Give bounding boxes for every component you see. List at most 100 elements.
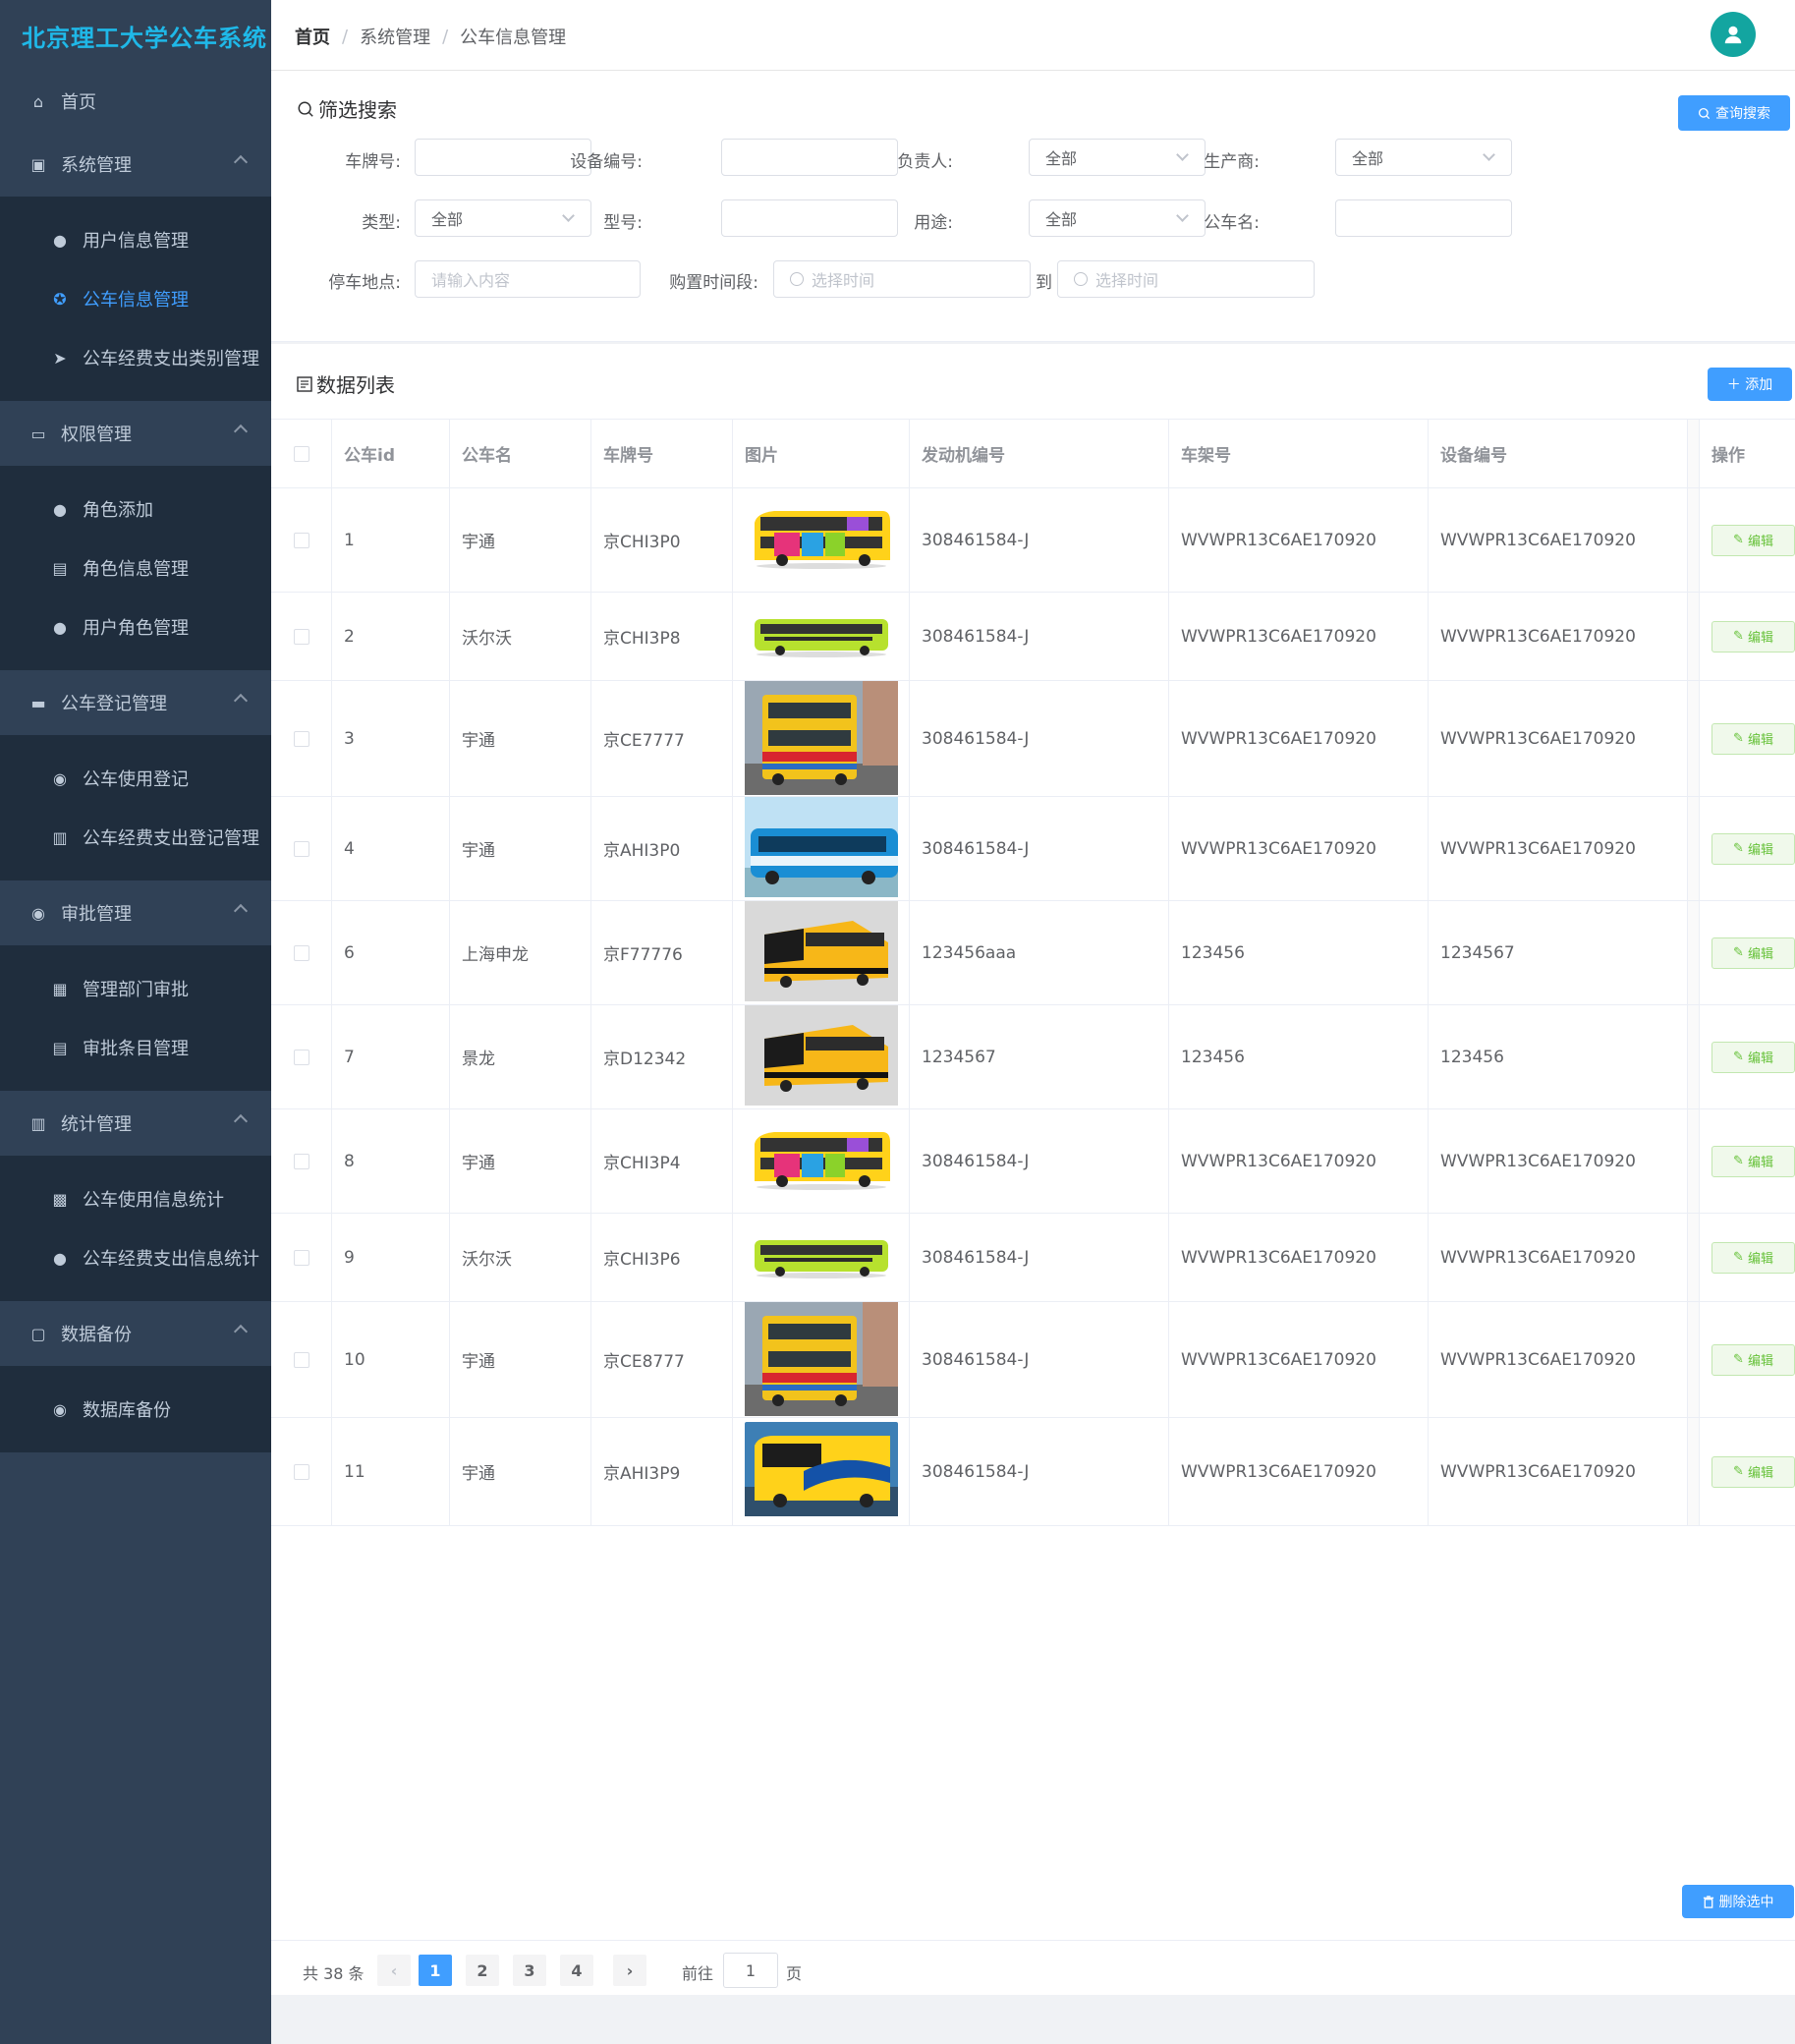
sidebar-group-title[interactable]: ▬ 公车登记管理	[0, 670, 271, 735]
cell-id: 3	[332, 681, 450, 796]
sidebar-item[interactable]: ● 用户角色管理	[0, 597, 271, 656]
monitor-icon: ▬	[30, 693, 46, 712]
sidebar-group-title[interactable]: ◉ 审批管理	[0, 880, 271, 945]
sidebar-item[interactable]: ▦ 管理部门审批	[0, 959, 271, 1018]
delete-selected-button[interactable]: 删除选中	[1682, 1885, 1794, 1918]
row-checkbox[interactable]	[293, 840, 309, 857]
avatar[interactable]	[1711, 12, 1756, 57]
filter-title-text: 筛选搜索	[318, 98, 397, 122]
sidebar-group-label: 统计管理	[61, 1114, 132, 1135]
edit-button[interactable]: ✎ 编辑	[1711, 1241, 1795, 1274]
maker-select[interactable]: 全部	[1335, 139, 1512, 176]
add-button[interactable]: ＋ 添加	[1708, 368, 1792, 401]
sidebar-item[interactable]: ▤ 审批条目管理	[0, 1018, 271, 1077]
sidebar-item-label: 公车使用登记	[83, 769, 189, 790]
row-checkbox[interactable]	[293, 628, 309, 645]
search-button-label: 查询搜索	[1715, 106, 1770, 122]
parking-input[interactable]: 请输入内容	[415, 260, 641, 298]
row-select-cell	[271, 1302, 332, 1417]
sidebar-submenu: ● 角色添加 ▤ 角色信息管理 ● 用户角色管理	[0, 466, 271, 670]
pin-icon: ◉	[31, 903, 45, 923]
edit-button[interactable]: ✎ 编辑	[1711, 1455, 1795, 1488]
sidebar-item[interactable]: ▩ 公车使用信息统计	[0, 1169, 271, 1228]
next-page-button[interactable]: ›	[613, 1955, 646, 1986]
owner-select-value: 全部	[1045, 149, 1078, 168]
sidebar-item[interactable]: ▤ 角色信息管理	[0, 539, 271, 597]
edit-button[interactable]: ✎ 编辑	[1711, 620, 1795, 653]
sidebar-item[interactable]: ✪ 公车信息管理	[0, 269, 271, 328]
search-button[interactable]: 查询搜索	[1678, 95, 1790, 131]
list-title-text: 数据列表	[316, 373, 395, 397]
goto-page-input[interactable]: 1	[723, 1953, 778, 1988]
sidebar-item-label: 管理部门审批	[83, 980, 189, 1000]
row-checkbox[interactable]	[293, 532, 309, 548]
edit-button[interactable]: ✎ 编辑	[1711, 937, 1795, 969]
page-button[interactable]: 1	[419, 1955, 452, 1986]
row-checkbox[interactable]	[293, 1153, 309, 1169]
page-button[interactable]: 3	[513, 1955, 546, 1986]
page-button[interactable]: 4	[560, 1955, 593, 1986]
sidebar-group-title[interactable]: ▭ 权限管理	[0, 401, 271, 466]
row-checkbox[interactable]	[293, 730, 309, 747]
edit-icon: ✎	[1733, 1464, 1744, 1479]
cell-device: WVWPR13C6AE170920	[1429, 488, 1688, 592]
model-label: 型号:	[603, 213, 643, 233]
edit-button[interactable]: ✎ 编辑	[1711, 524, 1795, 556]
edit-button[interactable]: ✎ 编辑	[1711, 722, 1795, 755]
sidebar-item[interactable]: ➤ 公车经费支出类别管理	[0, 328, 271, 387]
sidebar-item[interactable]: ◉ 数据库备份	[0, 1380, 271, 1439]
row-checkbox[interactable]	[293, 1463, 309, 1480]
bus-image	[744, 797, 898, 900]
cell-plate: 京CHI3P0	[591, 488, 733, 592]
edit-button[interactable]: ✎ 编辑	[1711, 1343, 1795, 1376]
edit-button[interactable]: ✎ 编辑	[1711, 832, 1795, 865]
prev-page-button[interactable]: ‹	[377, 1955, 411, 1986]
sidebar-group-title[interactable]: ▢ 数据备份	[0, 1301, 271, 1366]
page-button[interactable]: 2	[466, 1955, 499, 1986]
sidebar-group-label: 权限管理	[61, 425, 132, 445]
purchase-end-date[interactable]: 选择时间	[1057, 260, 1315, 298]
sidebar-group-title[interactable]: ▥ 统计管理	[0, 1091, 271, 1156]
sidebar-item[interactable]: ● 角色添加	[0, 480, 271, 539]
edit-label: 编辑	[1747, 1252, 1773, 1267]
breadcrumb-home[interactable]: 首页	[295, 24, 330, 49]
select-all-checkbox[interactable]	[293, 445, 309, 462]
cell-plate: 京AHI3P9	[591, 1418, 733, 1525]
edit-icon: ✎	[1733, 731, 1744, 746]
cell-engine: 308461584-J	[910, 1418, 1169, 1525]
cell-frame: WVWPR13C6AE170920	[1169, 1418, 1429, 1525]
cell-image	[733, 488, 910, 592]
cell-actions: ✎ 编辑	[1700, 593, 1795, 680]
sidebar-item[interactable]: ▥ 公车经费支出登记管理	[0, 808, 271, 867]
bus-image	[744, 1302, 898, 1417]
table-row: 11 宇通 京AHI3P9 308461584-J WVWPR13C6AE170920…	[271, 1418, 1795, 1526]
edit-icon: ✎	[1733, 1050, 1744, 1064]
edit-button[interactable]: ✎ 编辑	[1711, 1041, 1795, 1073]
sidebar-group-label: 公车登记管理	[61, 694, 167, 714]
sidebar-group-title[interactable]: ▣ 系统管理	[0, 132, 271, 197]
briefcase-icon: ▩	[52, 1189, 68, 1209]
row-select-cell	[271, 797, 332, 900]
sidebar-item-home[interactable]: ⌂ 首页	[0, 71, 271, 132]
row-checkbox[interactable]	[293, 1049, 309, 1065]
cell-actions: ✎ 编辑	[1700, 1302, 1795, 1417]
edit-button[interactable]: ✎ 编辑	[1711, 1145, 1795, 1177]
bus-image	[745, 503, 898, 577]
row-select-cell	[271, 593, 332, 680]
table-row: 3 宇通 京CE7777 308461584-J WVWPR13C6AE170920 W…	[271, 681, 1795, 797]
sidebar-item[interactable]: ◉ 公车使用登记	[0, 749, 271, 808]
cell-engine: 308461584-J	[910, 681, 1169, 796]
cell-gap	[1688, 488, 1700, 592]
sidebar-group-label: 数据备份	[61, 1325, 132, 1345]
sidebar-item-label: 用户角色管理	[83, 618, 189, 639]
bus-name-input[interactable]	[1335, 199, 1512, 237]
page-suffix: 页	[786, 1964, 803, 1983]
purchase-start-date[interactable]: 选择时间	[773, 260, 1031, 298]
cell-device: WVWPR13C6AE170920	[1429, 797, 1688, 900]
cell-engine: 308461584-J	[910, 1302, 1169, 1417]
row-checkbox[interactable]	[293, 944, 309, 961]
sidebar-item[interactable]: ● 公车经费支出信息统计	[0, 1228, 271, 1287]
row-checkbox[interactable]	[293, 1249, 309, 1266]
row-checkbox[interactable]	[293, 1351, 309, 1368]
sidebar-item[interactable]: ● 用户信息管理	[0, 210, 271, 269]
